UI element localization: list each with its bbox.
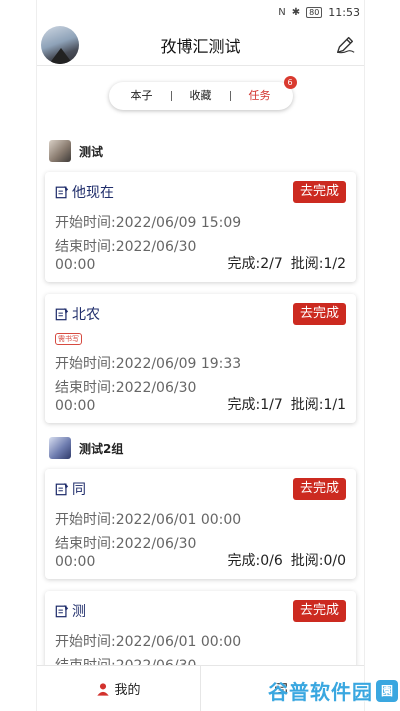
end-time: 结束时间:2022/06/30 00:00	[55, 239, 197, 273]
complete-button[interactable]: 去完成	[292, 181, 346, 203]
edit-pen-icon[interactable]	[334, 34, 356, 56]
segment-tabs: 本子 收藏 任务 6	[108, 76, 297, 110]
tab-favorites[interactable]: 收藏	[172, 82, 230, 110]
group-header: 测试	[49, 138, 356, 164]
start-time: 开始时间:2022/06/09 19:33	[55, 356, 242, 372]
document-edit-icon	[55, 604, 69, 618]
end-time: 结束时间:2022/06/30 00:00	[55, 380, 197, 414]
nav-mine[interactable]: 我的	[37, 666, 200, 711]
card-header: 北农 去完成	[55, 302, 346, 326]
review-count: 批阅:0/0	[290, 553, 346, 569]
card-title: 北农	[72, 307, 100, 323]
card-title-wrap: 同	[55, 479, 86, 499]
complete-button[interactable]: 去完成	[292, 478, 346, 500]
card-title: 测	[72, 604, 86, 620]
nav-mine-label: 我的	[114, 683, 141, 698]
done-count: 完成:0/6	[227, 553, 283, 569]
group-name: 测试2组	[79, 441, 124, 456]
card-title: 同	[72, 482, 86, 498]
person-icon	[97, 682, 110, 696]
card-title-wrap: 测	[55, 601, 86, 621]
group-header: 测试2组	[49, 435, 356, 461]
stats: 完成:2/7 批阅:1/2	[228, 253, 347, 274]
group-name: 测试	[79, 144, 104, 159]
document-edit-icon	[55, 185, 69, 199]
tab-tasks[interactable]: 任务	[231, 82, 289, 110]
card-title-wrap: 他现在	[55, 182, 114, 202]
top-bar: 孜博汇测试	[37, 24, 364, 66]
nfc-icon: N	[278, 6, 286, 18]
bluetooth-icon: ✱	[291, 6, 301, 18]
page-title: 孜博汇测试	[160, 36, 241, 56]
tasks-count-badge: 6	[283, 76, 297, 89]
stats: 完成:0/6 批阅:0/0	[228, 550, 347, 571]
review-count: 批阅:1/2	[290, 256, 346, 272]
app-screen: N ✱ 80 11:53 孜博汇测试 本子 收藏 任务 6 测试 他现在 去完成…	[36, 0, 365, 711]
tab-notebook[interactable]: 本子	[113, 82, 171, 110]
start-time: 开始时间:2022/06/01 00:00	[55, 634, 242, 650]
task-card[interactable]: 他现在 去完成 开始时间:2022/06/09 15:09 结束时间:2022/…	[45, 172, 356, 282]
task-card[interactable]: 同 去完成 开始时间:2022/06/01 00:00 结束时间:2022/06…	[45, 469, 356, 579]
complete-button[interactable]: 去完成	[292, 600, 346, 622]
avatar[interactable]	[41, 26, 79, 64]
watermark-text: 谷普软件园	[268, 680, 373, 704]
task-list: 测试 他现在 去完成 开始时间:2022/06/09 15:09 结束时间:20…	[37, 138, 364, 683]
end-row: 结束时间:2022/06/30 00:00 完成:1/7 批阅:1/1	[55, 379, 346, 415]
start-time: 开始时间:2022/06/01 00:00	[55, 512, 242, 528]
task-card[interactable]: 北农 去完成 需书写 开始时间:2022/06/09 19:33 结束时间:20…	[45, 294, 356, 423]
watermark-badge: 園	[376, 679, 398, 702]
end-row: 结束时间:2022/06/30 00:00 完成:0/6 批阅:0/0	[55, 535, 346, 571]
done-count: 完成:2/7	[227, 256, 283, 272]
handwriting-tag: 需书写	[55, 333, 82, 345]
group-avatar	[49, 437, 71, 459]
start-time: 开始时间:2022/06/09 15:09	[55, 215, 242, 231]
card-header: 同 去完成	[55, 477, 346, 501]
document-edit-icon	[55, 482, 69, 496]
done-count: 完成:1/7	[227, 397, 283, 413]
end-row: 结束时间:2022/06/30 00:00 完成:2/7 批阅:1/2	[55, 238, 346, 274]
group-avatar	[49, 140, 71, 162]
tabs-wrapper: 本子 收藏 任务 6	[37, 66, 364, 128]
document-edit-icon	[55, 307, 69, 321]
watermark: 谷普软件园 園	[268, 676, 398, 705]
complete-button[interactable]: 去完成	[292, 303, 346, 325]
battery-icon: 80	[306, 6, 323, 18]
end-time: 结束时间:2022/06/30 00:00	[55, 536, 197, 570]
card-title: 他现在	[72, 185, 114, 201]
card-title-wrap: 北农	[55, 304, 100, 324]
card-header: 测 去完成	[55, 599, 346, 623]
status-time: 11:53	[328, 5, 360, 19]
stats: 完成:1/7 批阅:1/1	[228, 394, 347, 415]
review-count: 批阅:1/1	[290, 397, 346, 413]
status-bar: N ✱ 80 11:53	[37, 0, 364, 24]
card-header: 他现在 去完成	[55, 180, 346, 204]
